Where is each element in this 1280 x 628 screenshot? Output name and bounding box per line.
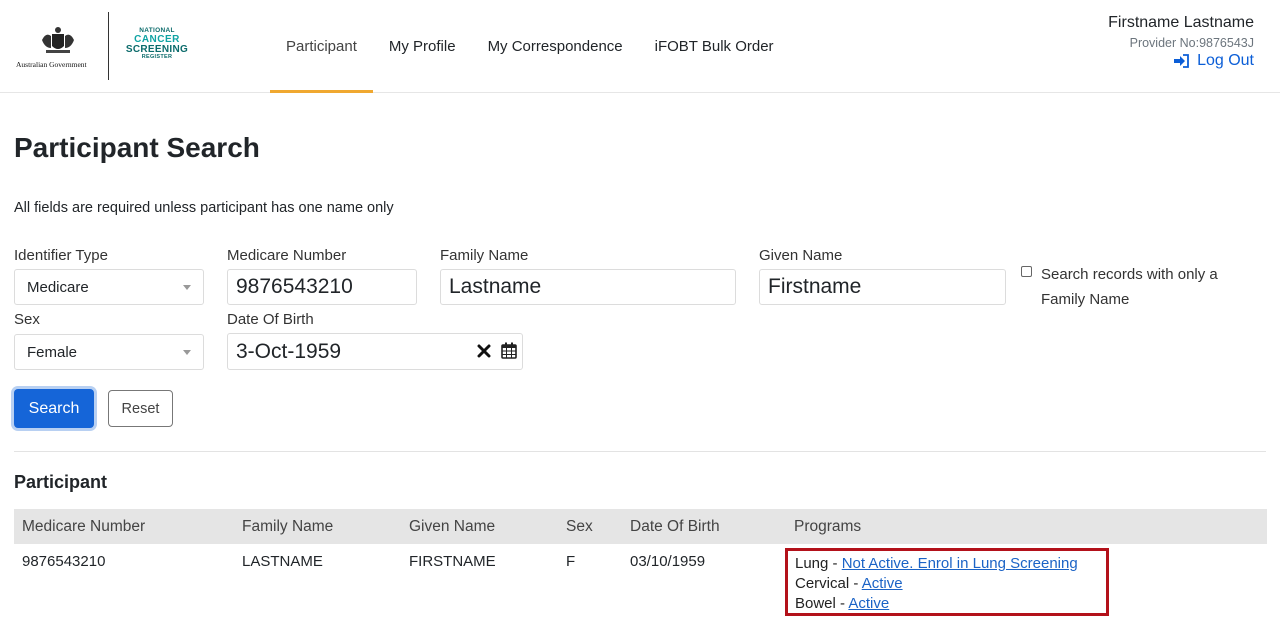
- given-name-input[interactable]: Firstname: [759, 269, 1006, 305]
- dob-label: Date Of Birth: [227, 311, 314, 328]
- user-info: Firstname Lastname Provider No:9876543J …: [1108, 14, 1254, 70]
- calendar-icon[interactable]: [501, 342, 517, 359]
- program-name: Lung: [795, 555, 829, 572]
- program-cervical: Cervical - Active: [795, 575, 903, 592]
- ncsr-logo-line: SCREENING: [125, 43, 189, 55]
- cell-dob: 03/10/1959: [630, 553, 706, 570]
- column-header: Date Of Birth: [630, 518, 720, 535]
- gov-logo-text: Australian Government: [16, 60, 87, 69]
- medicare-number-input[interactable]: 9876543210: [227, 269, 417, 305]
- nav-participant[interactable]: Participant: [270, 0, 373, 93]
- bowel-status-link[interactable]: Active: [848, 595, 889, 612]
- cell-given-name: FIRSTNAME: [409, 553, 496, 570]
- program-bowel: Bowel - Active: [795, 595, 890, 612]
- program-lung: Lung - Not Active. Enrol in Lung Screeni…: [795, 555, 1078, 572]
- chevron-down-icon: [183, 285, 191, 290]
- given-name-label: Given Name: [759, 247, 843, 264]
- column-header: Programs: [794, 518, 862, 535]
- medicare-number-label: Medicare Number: [227, 247, 347, 264]
- program-name: Cervical: [795, 575, 850, 592]
- nav-ifobt-bulk-order[interactable]: iFOBT Bulk Order: [639, 0, 790, 93]
- sex-label: Sex: [14, 311, 40, 328]
- family-name-label: Family Name: [440, 247, 529, 264]
- reset-button[interactable]: Reset: [108, 390, 173, 427]
- nav-my-profile[interactable]: My Profile: [373, 0, 472, 93]
- chevron-down-icon: [183, 350, 191, 355]
- australian-government-logo[interactable]: Australian Government: [16, 26, 100, 70]
- provider-number: Provider No:9876543J: [1129, 36, 1254, 50]
- lung-enrol-link[interactable]: Not Active. Enrol in Lung Screening: [842, 555, 1078, 572]
- ncsr-logo[interactable]: NATIONAL CANCER SCREENING REGISTER: [120, 27, 194, 68]
- identifier-type-value: Medicare: [27, 278, 89, 296]
- page-title: Participant Search: [14, 132, 260, 163]
- logout-link[interactable]: Log Out: [1108, 52, 1254, 70]
- results-table-header: Medicare Number Family Name Given Name S…: [14, 509, 1267, 544]
- identifier-type-select[interactable]: Medicare: [14, 269, 204, 305]
- programs-cell: Lung - Not Active. Enrol in Lung Screeni…: [785, 548, 1109, 616]
- program-name: Bowel: [795, 595, 836, 612]
- cell-family-name: LASTNAME: [242, 553, 323, 570]
- column-header: Family Name: [242, 518, 334, 535]
- cell-medicare-number: 9876543210: [22, 553, 106, 570]
- cervical-status-link[interactable]: Active: [862, 575, 903, 592]
- nav-my-correspondence[interactable]: My Correspondence: [472, 0, 639, 93]
- family-name-input[interactable]: Lastname: [440, 269, 736, 305]
- header: Australian Government NATIONAL CANCER SC…: [0, 0, 1280, 93]
- instructions-text: All fields are required unless participa…: [14, 200, 394, 216]
- family-name-only-checkbox[interactable]: [1021, 266, 1032, 277]
- column-header: Sex: [566, 518, 593, 535]
- coat-of-arms-icon: [42, 27, 74, 53]
- search-button[interactable]: Search: [14, 389, 94, 428]
- sex-select[interactable]: Female: [14, 334, 204, 370]
- ncsr-logo-line: CANCER: [134, 33, 180, 45]
- logout-icon: [1174, 54, 1189, 68]
- sex-value: Female: [27, 343, 78, 361]
- main-nav: Participant My Profile My Correspondence…: [270, 0, 790, 93]
- column-header: Medicare Number: [22, 518, 146, 535]
- family-name-only-label[interactable]: Search records with only a Family Name: [1041, 262, 1261, 312]
- cell-sex: F: [566, 553, 576, 570]
- logo-divider: [108, 12, 109, 80]
- column-header: Given Name: [409, 518, 496, 535]
- section-divider: [14, 451, 1266, 452]
- ncsr-logo-line: REGISTER: [141, 53, 173, 60]
- results-title: Participant: [14, 472, 108, 492]
- identifier-type-label: Identifier Type: [14, 247, 108, 264]
- clear-icon[interactable]: [477, 344, 491, 358]
- user-name: Firstname Lastname: [1108, 14, 1254, 31]
- logout-label: Log Out: [1197, 52, 1254, 69]
